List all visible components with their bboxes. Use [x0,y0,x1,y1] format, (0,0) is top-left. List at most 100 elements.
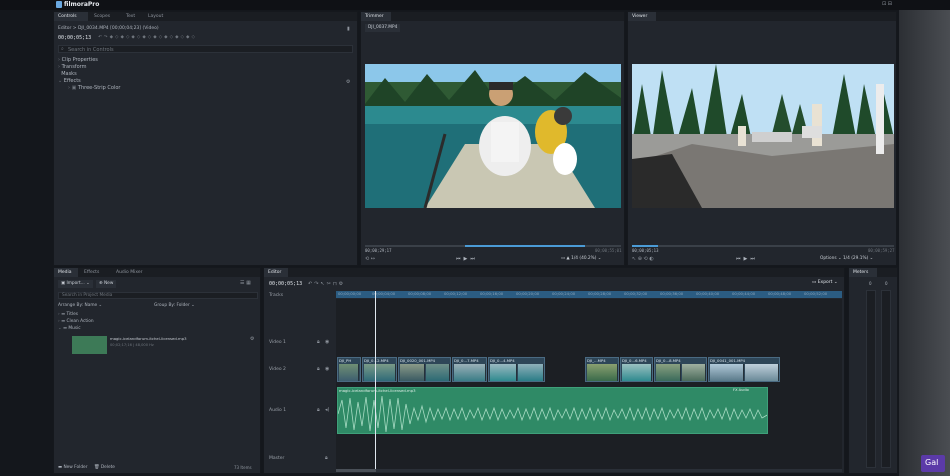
controls-timecode[interactable]: 00;00;05;13 [58,35,91,41]
tab-audio-mixer[interactable]: Audio Mixer [112,268,152,277]
video-clip[interactable]: DJI_0...8.MP4 [654,357,707,382]
app-title: filmoraPro [64,1,100,8]
video-clip[interactable]: DJI_0...2.MP4 [362,357,397,382]
next-frame-icon[interactable]: ⏭ [470,256,478,262]
ruler-mark: 00;00;36;00 [660,291,684,296]
tab-effects[interactable]: Effects [80,268,110,277]
chevron-down-icon: ⌄ [597,256,602,261]
media-search[interactable]: Search in Project Media [58,292,258,299]
background-edge [899,10,950,476]
media-item-meta: 00;02;17;16 | 48,000 Hz [110,343,154,347]
keyframe-icons[interactable]: ◆◇◆◇◆◇◆◇◆◇◆◇◆◇◆◇ [110,35,197,40]
audio-clip-name: magic-icelandforum-itchel-licensed.mp3 [339,388,416,393]
video-clip[interactable]: DJI_0...6.MP4 [620,357,653,382]
lock-icon[interactable]: 🔒︎ [317,339,320,345]
tree-item-transform[interactable]: › Transform [58,64,353,71]
eye-icon[interactable]: ◉ [325,339,329,345]
audio-clip[interactable]: magic-icelandforum-itchel-licensed.mp3 F… [337,387,768,434]
pin-icon[interactable]: ▮ [347,26,350,32]
trimmer-zoom[interactable]: ▭ ▲ 1/4 (40.2%) ⌄ [561,256,601,261]
list-view-icon[interactable]: ☰ ▦ [240,280,251,286]
video-clip[interactable]: DJI_0...4.MP4 [488,357,545,382]
video-clip[interactable]: DJI_0041_001.MP4 [708,357,780,382]
ruler-mark: 00;00;16;00 [480,291,504,296]
video-clip[interactable]: DJI_0...7.MP4 [452,357,487,382]
group-by[interactable]: Group By: Folder ⌄ [154,303,195,308]
video-clip[interactable]: DJI_...MP4 [585,357,619,382]
meter-right-bar [881,290,891,468]
editor-panel: Editor 00;00;05;13 ↶↷↖✂⊓⚙ ▭ Export ⌄ Tra… [263,267,845,474]
audio-waveform [338,395,767,433]
track-master[interactable]: Master [269,456,284,461]
viewer-scrubber[interactable] [632,245,894,247]
tree-item-masks[interactable]: Masks [58,71,353,78]
track-video-1[interactable]: Video 1 [269,340,286,345]
tab-trimmer[interactable]: Trimmer [361,12,391,21]
arrange-by[interactable]: Arrange By: Name ⌄ [58,303,102,308]
trimmer-tabbar: Trimmer [361,12,624,21]
tree-item-effects[interactable]: ⌄ Effects [58,78,353,85]
prev-frame-icon[interactable]: ⏮ [456,256,464,262]
controls-search[interactable]: ⌕ Search in Controls [58,45,353,53]
timeline-scrollbar[interactable] [336,469,842,472]
media-item[interactable]: magic-icelandforum-itchel-licensed.mp3 0… [72,334,258,356]
import-button[interactable]: ▣ Import... ⌄ [58,280,93,288]
timeline-ruler[interactable]: 00;00;00;00 00;00;04;00 00;00;08;00 00;0… [336,291,842,298]
export-button[interactable]: ▭ Export ⌄ [812,280,838,285]
ruler-mark: 00;00;44;00 [732,291,756,296]
items-count: 73 Items [234,465,252,470]
lock-icon[interactable]: 🔒︎ [317,407,320,413]
meters-panel: Meters 0 0 [848,267,898,474]
viewer-options[interactable]: Options ⌄ 1/4 (29.1%) ⌄ [820,256,873,261]
speaker-icon[interactable]: ◂) [325,407,329,413]
trimmer-loop-icon[interactable]: ⟲ ↔ [365,256,375,262]
viewer-next-icon[interactable]: ⏭ [750,256,758,262]
editor-timecode[interactable]: 00;00;05;13 [269,281,302,287]
meter-left-bar [866,290,876,468]
viewer-video-frame [632,64,894,208]
tab-viewer[interactable]: Viewer [628,12,656,21]
folder-clean-action[interactable]: › ▬ Clean Action [58,319,94,326]
playhead[interactable] [375,291,376,469]
meters-tabbar: Meters [849,268,897,277]
tab-editor[interactable]: Editor [264,268,288,277]
ruler-mark: 00;00;20;00 [516,291,540,296]
tab-media[interactable]: Media [54,268,78,277]
tree-item-clip-properties[interactable]: › Clip Properties [58,57,353,64]
delete-button[interactable]: 🗑 Delete [94,465,115,470]
trimmer-scrubber[interactable] [365,245,621,247]
folder-music[interactable]: ⌄ ▬ Music [58,326,94,333]
tab-scopes[interactable]: Scopes [90,12,120,21]
tracks-label: Tracks [269,293,284,298]
new-button[interactable]: ⊕ New [96,280,117,288]
video-clip[interactable]: DJI_PH [337,357,361,382]
settings-icon[interactable]: ⚙ [339,281,345,287]
master-lock-icon[interactable]: 🔒︎ [325,455,328,461]
tab-meters[interactable]: Meters [849,268,877,277]
ruler-mark: 00;00;24;00 [552,291,576,296]
track-area [336,299,842,469]
tab-text[interactable]: Text [122,12,144,21]
lake-kayak-image [365,64,621,208]
tab-controls[interactable]: Controls [54,12,88,21]
viewer-prev-icon[interactable]: ⏮ [736,256,744,262]
window-controls[interactable]: ⊡ ⊟ [882,1,892,7]
tree-item-three-strip[interactable]: › ▣ Three-Strip Color [58,85,353,92]
track-video-2[interactable]: Video 2 [269,367,286,372]
controls-tabbar: Controls Scopes Text Layout [54,12,357,21]
track-audio-1[interactable]: Audio 1 [269,408,286,413]
video-clip[interactable]: DJI_0020_001.MP4 [398,357,451,382]
folder-titles[interactable]: › ▬ Titles [58,312,94,319]
new-folder-button[interactable]: ▬ New Folder [58,465,87,470]
lock-icon[interactable]: 🔒︎ [317,366,320,372]
gear-icon[interactable]: ⚙ [346,79,350,85]
search-icon: ⌕ [61,46,64,52]
trimmer-clip-tab[interactable]: DJI_0037.MP4 [365,24,401,32]
media-item-gear-icon[interactable]: ⚙ [250,336,254,342]
viewer-tools[interactable]: ↖ ⊕ ⟲ ◐ [632,256,654,262]
shore-image [632,64,894,208]
ruler-mark: 00;00;00;00 [338,291,362,296]
eye-icon[interactable]: ◉ [325,366,329,372]
tab-layout[interactable]: Layout [144,12,174,21]
audio-clip-fx: FX Audio [733,388,749,392]
